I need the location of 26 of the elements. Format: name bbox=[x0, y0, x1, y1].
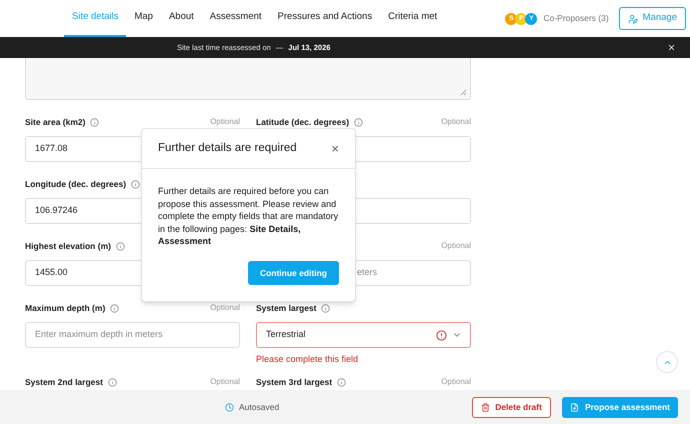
field-label: System largest bbox=[256, 302, 316, 314]
optional-label: Optional bbox=[441, 240, 471, 252]
input-field[interactable]: Enter maximum depth in meters bbox=[25, 322, 240, 348]
nav-tab[interactable]: Pressures and Actions bbox=[270, 0, 380, 37]
select-field[interactable]: Terrestrial bbox=[256, 322, 471, 348]
autosave-status: Autosaved bbox=[239, 400, 280, 414]
field-label: Maximum depth (m) bbox=[25, 302, 106, 314]
close-button[interactable]: × bbox=[331, 142, 339, 155]
field-label: Longitude (dec. degrees) bbox=[25, 178, 126, 190]
optional-label: Optional bbox=[210, 302, 240, 314]
field-label: Site area (km2) bbox=[25, 116, 86, 128]
optional-label: Optional bbox=[210, 376, 240, 388]
nav-tab[interactable]: Criteria met bbox=[380, 0, 446, 37]
optional-label: Optional bbox=[441, 116, 471, 128]
delete-draft-button[interactable]: Delete draft bbox=[472, 396, 551, 418]
field-label: System 2nd largest bbox=[25, 376, 103, 388]
co-proposers-label: Co-Proposers (3) bbox=[543, 12, 609, 25]
error-message: Please complete this field bbox=[256, 353, 360, 366]
field-label: Latitude (dec. degrees) bbox=[256, 116, 350, 128]
field-label: Highest elevation (m) bbox=[25, 240, 111, 252]
nav-tab[interactable]: Map bbox=[126, 0, 161, 37]
field-label: System 3rd largest bbox=[256, 376, 332, 388]
optional-label: Optional bbox=[441, 376, 471, 388]
nav-tab[interactable]: About bbox=[160, 0, 202, 37]
nav-tab[interactable]: Assessment bbox=[202, 0, 270, 37]
optional-label: Optional bbox=[210, 116, 240, 128]
